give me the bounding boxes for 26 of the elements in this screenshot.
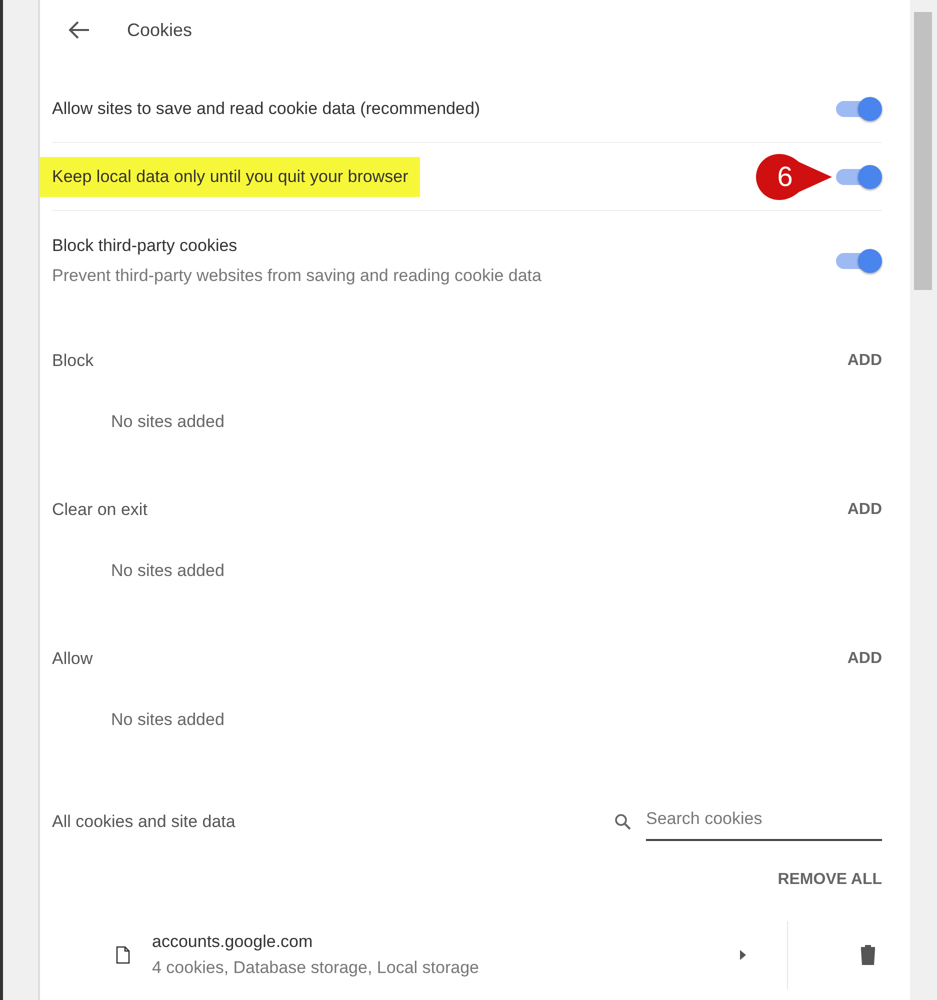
add-button[interactable]: ADD bbox=[847, 348, 882, 374]
scrollbar-thumb[interactable] bbox=[914, 12, 932, 290]
site-details: 4 cookies, Database storage, Local storage bbox=[152, 958, 480, 978]
section-heading: Allow bbox=[52, 649, 93, 669]
site-name[interactable]: accounts.google.com bbox=[152, 932, 739, 952]
empty-message: No sites added bbox=[111, 710, 226, 730]
section-heading: Clear on exit bbox=[52, 500, 148, 520]
back-arrow-icon[interactable] bbox=[67, 20, 91, 40]
page-title: Cookies bbox=[127, 20, 192, 40]
section-heading: All cookies and site data bbox=[52, 812, 236, 832]
expand-arrow-icon[interactable] bbox=[739, 949, 747, 961]
empty-message: No sites added bbox=[111, 561, 226, 581]
setting-label: Keep local data only until you quit your browser bbox=[40, 156, 420, 196]
remove-all-button[interactable]: REMOVE ALL bbox=[778, 867, 882, 893]
setting-description: Prevent third-party websites from saving and reading cookie data bbox=[52, 266, 542, 286]
scrollbar[interactable] bbox=[910, 0, 937, 1000]
setting-label: Block third-party cookies bbox=[52, 236, 238, 256]
callout-marker: 6 bbox=[754, 152, 834, 202]
trash-icon[interactable] bbox=[860, 945, 876, 965]
setting-label: Allow sites to save and read cookie data (recommended) bbox=[52, 98, 480, 118]
empty-message: No sites added bbox=[111, 412, 226, 432]
add-button[interactable]: ADD bbox=[847, 497, 882, 523]
add-button[interactable]: ADD bbox=[847, 646, 882, 672]
file-icon bbox=[116, 946, 130, 964]
search-icon bbox=[614, 813, 632, 831]
section-heading: Block bbox=[52, 351, 94, 371]
